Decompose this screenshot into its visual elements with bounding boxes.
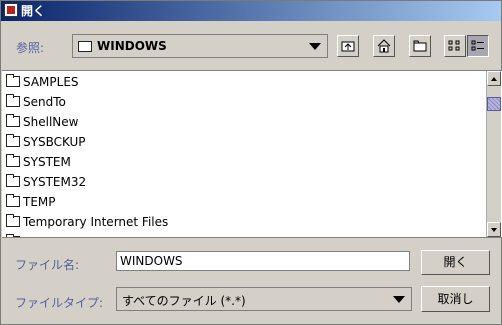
folder-icon: [6, 214, 20, 227]
list-item[interactable]: SYSTEM32: [2, 172, 485, 192]
list-item[interactable]: SYSTEM: [2, 152, 485, 172]
look-in-label: 参照:: [16, 41, 45, 55]
folder-icon: [6, 134, 20, 147]
filetype-combo[interactable]: すべてのファイル (*.*): [116, 287, 412, 311]
file-name: TEMP: [23, 195, 56, 209]
file-name: ShellNew: [23, 115, 79, 129]
folder-icon: [6, 114, 20, 127]
look-in-value: WINDOWS: [97, 39, 167, 53]
scroll-up-button[interactable]: [487, 71, 501, 86]
filename-label: ファイル名:: [15, 258, 80, 272]
filename-input[interactable]: WINDOWS: [116, 251, 410, 271]
home-button[interactable]: [373, 35, 395, 57]
home-icon: [377, 39, 391, 53]
folder-icon: [78, 41, 92, 52]
title-bar[interactable]: 開く: [1, 1, 501, 21]
open-button[interactable]: 開く: [421, 250, 490, 275]
up-folder-icon: [341, 41, 355, 52]
open-dialog: 開く 参照: WINDOWS SAMPLES SendTo ShellNew S…: [0, 0, 502, 325]
new-folder-button[interactable]: [409, 35, 431, 57]
cancel-button[interactable]: 取消し: [421, 286, 490, 312]
details-view-icon: [471, 40, 484, 51]
list-item[interactable]: [2, 232, 485, 237]
list-item[interactable]: Temporary Internet Files: [2, 212, 485, 232]
chevron-down-icon[interactable]: [309, 43, 321, 50]
folder-icon: [6, 154, 20, 167]
folder-icon: [6, 74, 20, 87]
arrow-down-icon: [491, 228, 497, 232]
list-item[interactable]: TEMP: [2, 192, 485, 212]
scroll-down-button[interactable]: [487, 222, 501, 237]
up-one-level-button[interactable]: [337, 35, 359, 57]
filetype-label: ファイルタイプ:: [15, 296, 104, 310]
new-folder-icon: [413, 40, 427, 52]
filetype-value: すべてのファイル (*.*): [122, 294, 246, 308]
list-view-button[interactable]: [444, 35, 466, 57]
file-name: Temporary Internet Files: [23, 215, 169, 229]
folder-icon: [6, 234, 20, 237]
list-view-icon: [448, 40, 460, 51]
folder-icon: [6, 194, 20, 207]
file-name: SAMPLES: [23, 75, 79, 89]
file-name: SYSBCKUP: [23, 135, 86, 149]
list-item[interactable]: SendTo: [2, 92, 485, 112]
file-list[interactable]: SAMPLES SendTo ShellNew SYSBCKUP SYSTEM …: [2, 70, 502, 238]
app-icon[interactable]: [4, 3, 18, 17]
details-view-button[interactable]: [467, 35, 489, 57]
look-in-combo[interactable]: WINDOWS: [72, 34, 328, 58]
window-title: 開く: [21, 4, 46, 18]
chevron-down-icon[interactable]: [393, 296, 405, 303]
arrow-up-icon: [491, 77, 497, 81]
file-name: SYSTEM: [23, 155, 71, 169]
list-item[interactable]: SYSBCKUP: [2, 132, 485, 152]
list-item[interactable]: ShellNew: [2, 112, 485, 132]
list-item[interactable]: SAMPLES: [2, 72, 485, 92]
folder-icon: [6, 94, 20, 107]
vertical-scrollbar[interactable]: [486, 71, 501, 237]
folder-icon: [6, 174, 20, 187]
scroll-thumb[interactable]: [487, 97, 501, 111]
file-name: SendTo: [23, 95, 66, 109]
file-name: SYSTEM32: [23, 175, 87, 189]
